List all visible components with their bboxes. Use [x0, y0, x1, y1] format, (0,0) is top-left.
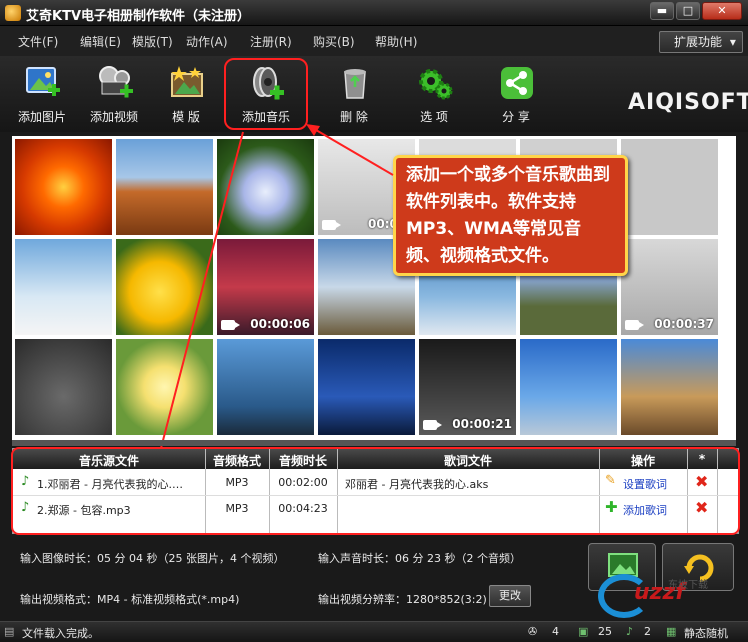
gallery-scrollbar[interactable] — [12, 440, 736, 446]
gallery-thumb[interactable] — [15, 239, 112, 335]
add-image-button[interactable]: 添加图片 — [6, 56, 78, 132]
maximize-button[interactable]: □ — [676, 2, 700, 20]
chevron-down-icon: ▾ — [729, 35, 736, 49]
add-video-icon — [99, 66, 133, 98]
image-count-icon: ▣ — [578, 625, 589, 638]
options-label: 选 项 — [420, 110, 448, 124]
transition-mode: 静态随机 — [684, 627, 728, 640]
share-icon — [501, 67, 533, 99]
mode-icon: ▦ — [666, 625, 677, 638]
minimize-button[interactable]: ▬ — [650, 2, 674, 20]
gear-icon — [419, 69, 453, 100]
menu-action[interactable]: 动作(A) — [186, 33, 228, 50]
gallery-thumb[interactable] — [116, 139, 213, 235]
gallery-thumb[interactable] — [116, 239, 213, 335]
gallery-thumb[interactable] — [15, 339, 112, 435]
extend-features-button[interactable]: 扩展功能 ▾ — [659, 31, 743, 53]
template-icon — [171, 66, 203, 97]
video-camera-icon — [625, 320, 644, 330]
template-button[interactable]: 模 版 — [150, 56, 222, 132]
video-camera-icon — [423, 420, 442, 430]
video-count: 4 — [552, 625, 559, 638]
uzzf-watermark: uzzf 东坡下载 — [598, 574, 742, 620]
change-settings-button[interactable]: 更改 — [489, 585, 531, 607]
scrollbar-thumb[interactable] — [12, 440, 736, 446]
gallery-thumb[interactable] — [15, 139, 112, 235]
output-resolution-info: 输出视频分辨率：1280*852(3:2) — [318, 593, 487, 606]
watermark-sub: 东坡下载 — [668, 580, 708, 591]
video-duration: 00:00:06 — [250, 317, 310, 331]
gallery-thumb[interactable] — [520, 339, 617, 435]
output-format-info: 输出视频格式：MP4 - 标准视频格式(*.mp4) — [20, 593, 240, 606]
menu-bar: 文件(F) 编辑(E) 模版(T) 动作(A) 注册(R) 购买(B) 帮助(H… — [0, 26, 748, 56]
tip-callout: 添加一个或多个音乐歌曲到软件列表中。软件支持MP3、WMA等常见音频、视频格式文… — [393, 155, 628, 276]
add-music-button[interactable]: 添加音乐 — [222, 56, 308, 132]
music-list-highlight — [11, 447, 740, 535]
share-label: 分 享 — [502, 110, 530, 124]
film-reel-icon: ✇ — [528, 625, 538, 638]
gallery-thumb-video[interactable]: 00:00:37 — [621, 239, 718, 335]
extend-features-label: 扩展功能 — [674, 35, 723, 49]
video-camera-icon — [221, 320, 240, 330]
gallery-thumb-video[interactable]: 00:00:06 — [217, 239, 314, 335]
video-camera-icon — [322, 220, 341, 230]
add-image-label: 添加图片 — [17, 110, 66, 124]
status-bar: ▤ 文件载入完成。 ✇ 4 ▣ 25 ♪ 2 ▦ 静态随机 — [0, 621, 748, 642]
audio-duration-info: 输入声音时长：06 分 23 秒（2 个音频） — [318, 552, 521, 565]
trash-icon — [344, 69, 366, 99]
title-bar: 艾奇KTV电子相册制作软件（未注册） ▬ □ ✕ — [0, 0, 748, 26]
video-duration: 00:00:37 — [654, 317, 714, 331]
add-video-button[interactable]: 添加视频 — [78, 56, 150, 132]
aiqisoft-logo: AIQISOFT — [628, 90, 748, 115]
menu-buy[interactable]: 购买(B) — [313, 33, 355, 50]
menu-file[interactable]: 文件(F) — [18, 33, 58, 50]
menu-help[interactable]: 帮助(H) — [375, 33, 417, 50]
options-button[interactable]: 选 项 — [398, 56, 470, 132]
toolbar: 添加图片 添加视频 模 版 添加音乐 删 除 选 项 分 享 AIQISOFT — [0, 56, 748, 132]
status-doc-icon: ▤ — [4, 625, 15, 638]
template-label: 模 版 — [172, 110, 200, 124]
image-count: 25 — [598, 625, 612, 638]
add-music-icon — [253, 67, 284, 100]
add-image-icon — [26, 67, 60, 96]
add-music-label: 添加音乐 — [241, 110, 290, 124]
gallery-thumb[interactable] — [621, 339, 718, 435]
share-button[interactable]: 分 享 — [480, 56, 552, 132]
gallery-thumb[interactable] — [217, 339, 314, 435]
image-duration-info: 输入图像时长：05 分 04 秒（25 张图片，4 个视频） — [20, 552, 285, 565]
menu-edit[interactable]: 编辑(E) — [80, 33, 121, 50]
menu-template[interactable]: 模版(T) — [132, 33, 173, 50]
delete-label: 删 除 — [340, 110, 368, 124]
gallery-thumb[interactable] — [318, 339, 415, 435]
close-button[interactable]: ✕ — [702, 2, 742, 20]
gallery-thumb[interactable] — [621, 139, 718, 235]
delete-button[interactable]: 删 除 — [318, 56, 390, 132]
status-text: 文件载入完成。 — [22, 627, 99, 640]
add-video-label: 添加视频 — [89, 110, 138, 124]
gallery-thumb[interactable] — [217, 139, 314, 235]
menu-register[interactable]: 注册(R) — [250, 33, 292, 50]
audio-count: 2 — [644, 625, 651, 638]
video-duration: 00:00:21 — [452, 417, 512, 431]
window-title: 艾奇KTV电子相册制作软件（未注册） — [26, 9, 251, 24]
gallery-thumb[interactable] — [116, 339, 213, 435]
gallery-thumb-video[interactable]: 00:00:21 — [419, 339, 516, 435]
app-icon — [5, 5, 21, 21]
audio-count-icon: ♪ — [626, 625, 634, 638]
